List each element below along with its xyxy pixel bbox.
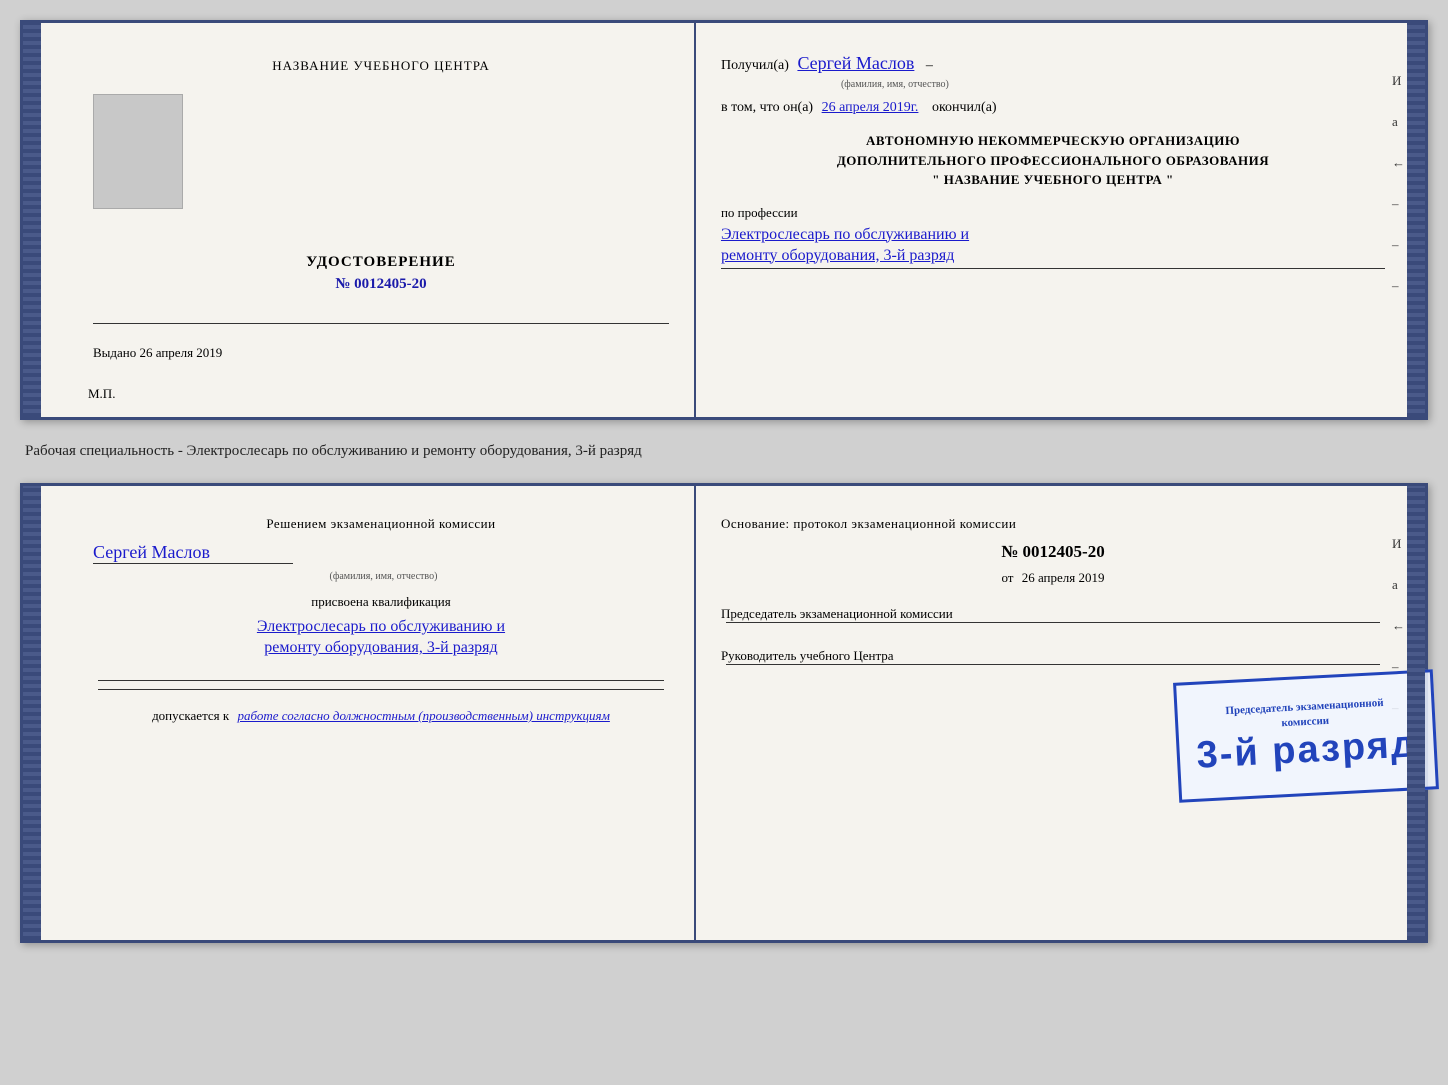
photo-placeholder [93, 94, 183, 209]
sign-line-2 [98, 689, 664, 690]
top-cert-left-page: НАЗВАНИЕ УЧЕБНОГО ЦЕНТРА УДОСТОВЕРЕНИЕ №… [23, 23, 696, 417]
qualification-stamp: Председатель экзаменационной комиссии 3-… [1173, 669, 1439, 802]
sign-row-1 [93, 680, 669, 681]
org-line3: " НАЗВАНИЕ УЧЕБНОГО ЦЕНТРА " [721, 170, 1385, 190]
poluchil-line: Получил(а) Сергей Маслов – [721, 53, 1385, 74]
sign-row-2 [93, 689, 669, 690]
letter-arrow: ← [1392, 155, 1405, 171]
ot-date-bottom: от 26 апреля 2019 [721, 570, 1385, 586]
mp-label: М.П. [88, 386, 115, 402]
page-container: НАЗВАНИЕ УЧЕБНОГО ЦЕНТРА УДОСТОВЕРЕНИЕ №… [20, 20, 1428, 943]
bottom-letter-a: а [1392, 577, 1405, 593]
letter-dash2: – [1392, 237, 1405, 253]
rukovoditel-block: Руководитель учебного Центра [721, 648, 1385, 665]
okoncil-label: окончил(а) [932, 100, 997, 115]
letter-i: И [1392, 73, 1405, 89]
udostoverenie-label: УДОСТОВЕРЕНИЕ [306, 254, 456, 271]
bottom-cert-right-page: Основание: протокол экзаменационной коми… [696, 486, 1425, 940]
fio-label-top: (фамилия, имя, отчество) [841, 79, 1385, 90]
ot-date-value: 26 апреля 2019 [1022, 570, 1105, 585]
top-cert-right-inner: Получил(а) Сергей Маслов – (фамилия, имя… [721, 53, 1385, 407]
bottom-cert-left-page: Решением экзаменационной комиссии Сергей… [23, 486, 696, 940]
osnovanie-label: Основание: протокол экзаменационной коми… [721, 516, 1385, 532]
rukovoditel-sign-line [726, 664, 1380, 665]
dopuskaetsya-prefix: допускается к [152, 708, 229, 723]
top-cert-left-inner: НАЗВАНИЕ УЧЕБНОГО ЦЕНТРА УДОСТОВЕРЕНИЕ №… [93, 43, 669, 397]
fio-label-bottom: (фамилия, имя, отчество) [325, 571, 438, 582]
predsedatel-label: Председатель экзаменационной комиссии [721, 606, 1385, 622]
kvalif-line1: Электрослесарь по обслуживанию и [257, 618, 505, 636]
sign-lines [93, 680, 669, 698]
school-name-top: НАЗВАНИЕ УЧЕБНОГО ЦЕНТРА [272, 58, 489, 74]
profession-line2: ремонту оборудования, 3-й разряд [721, 247, 1385, 269]
top-certificate-book: НАЗВАНИЕ УЧЕБНОГО ЦЕНТРА УДОСТОВЕРЕНИЕ №… [20, 20, 1428, 420]
vtom-prefix: в том, что он(а) [721, 100, 813, 115]
bottom-cert-left-inner: Решением экзаменационной комиссии Сергей… [93, 506, 669, 920]
top-cert-right-page: Получил(а) Сергей Маслов – (фамилия, имя… [696, 23, 1425, 417]
vydano-label: Выдано [93, 345, 136, 360]
rukovoditel-label: Руководитель учебного Центра [721, 648, 1385, 664]
bottom-certificate-book: Решением экзаменационной комиссии Сергей… [20, 483, 1428, 943]
ot-label: от [1001, 570, 1013, 585]
dash-top: – [926, 58, 933, 73]
sign-line-1 [98, 680, 664, 681]
kvalif-line2: ремонту оборудования, 3-й разряд [264, 639, 497, 657]
between-text: Рабочая специальность - Электрослесарь п… [20, 443, 1428, 460]
profession-line1: Электрослесарь по обслуживанию и [721, 226, 1385, 244]
org-block: АВТОНОМНУЮ НЕКОММЕРЧЕСКУЮ ОРГАНИЗАЦИЮ ДО… [721, 131, 1385, 190]
dopusk-cursive: работе согласно должностным (производств… [237, 708, 609, 723]
org-line1: АВТОНОМНУЮ НЕКОММЕРЧЕСКУЮ ОРГАНИЗАЦИЮ [721, 131, 1385, 151]
poluchil-name: Сергей Маслов [797, 53, 914, 73]
vtom-date: 26 апреля 2019г. [822, 100, 919, 115]
letter-a: а [1392, 114, 1405, 130]
bottom-letter-arrow: ← [1392, 618, 1405, 634]
dopuskaetsya-line: допускается к работе согласно должностны… [152, 708, 610, 724]
predsedatel-block: Председатель экзаменационной комиссии [721, 606, 1385, 623]
org-line2: ДОПОЛНИТЕЛЬНОГО ПРОФЕССИОНАЛЬНОГО ОБРАЗО… [721, 151, 1385, 171]
protocol-number: № 0012405-20 [721, 542, 1385, 562]
vydano-line: Выдано 26 апреля 2019 [93, 345, 222, 360]
resheniem-label: Решением экзаменационной комиссии [93, 516, 669, 532]
bottom-letter-i: И [1392, 536, 1405, 552]
vydano-date: 26 апреля 2019 [140, 345, 223, 360]
bottom-person-name: Сергей Маслов [93, 542, 293, 564]
letter-dash3: – [1392, 278, 1405, 294]
prisvoena-label: присвоена квалификация [311, 594, 450, 610]
divider-1 [93, 323, 669, 324]
cert-number-top: № 0012405-20 [335, 276, 426, 293]
right-side-letters: И а ← – – – [1392, 73, 1405, 294]
letter-dash1: – [1392, 196, 1405, 212]
poluchil-prefix: Получил(а) [721, 58, 789, 73]
predsedatel-sign-line [726, 622, 1380, 623]
udostoverenie-block: УДОСТОВЕРЕНИЕ № 0012405-20 [93, 254, 669, 313]
po-professii-label: по профессии [721, 205, 1385, 221]
vtom-line: в том, что он(а) 26 апреля 2019г. окончи… [721, 100, 1385, 116]
